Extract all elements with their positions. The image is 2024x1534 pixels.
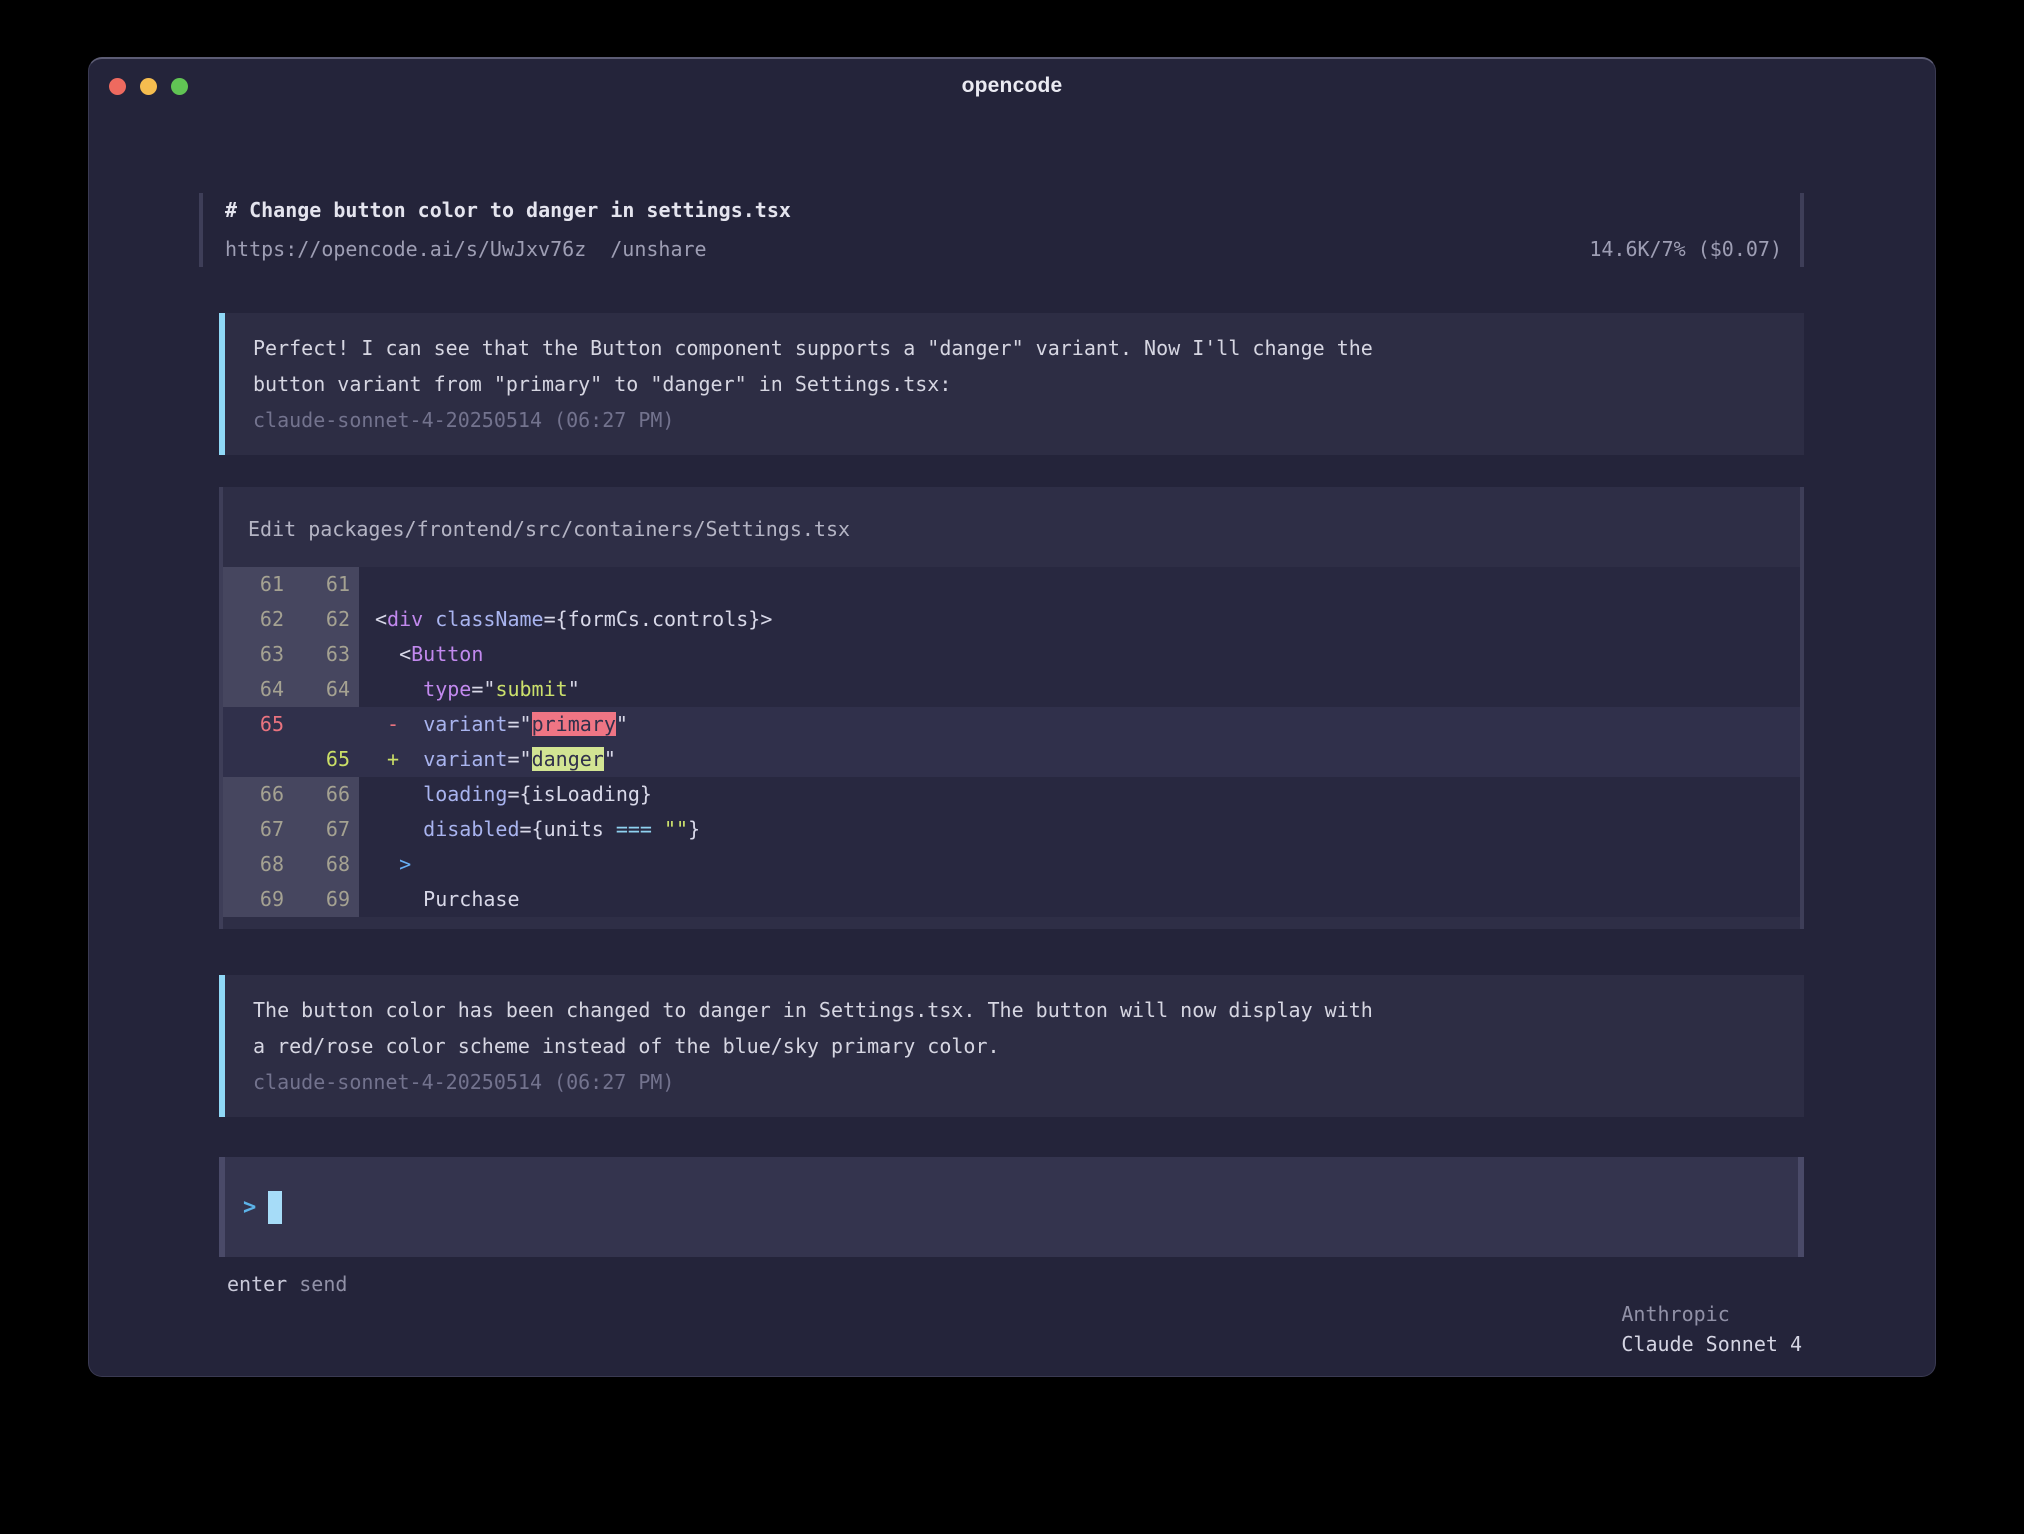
diff-code-line: > xyxy=(359,847,1800,882)
window-title: opencode xyxy=(89,74,1935,98)
share-url[interactable]: https://opencode.ai/s/UwJxv76z xyxy=(225,232,586,267)
session-subheader: https://opencode.ai/s/UwJxv76z /unshare … xyxy=(225,232,1782,267)
content: # Change button color to danger in setti… xyxy=(89,115,1935,1377)
session-header: # Change button color to danger in setti… xyxy=(199,193,1804,267)
diff-code-line: <div className={formCs.controls}> xyxy=(359,602,1800,637)
screen: opencode # Change button color to danger… xyxy=(0,0,2024,1534)
hint-row: enter send Anthropic Claude Sonnet 4 xyxy=(219,1269,1804,1377)
context-stats: 14.6K/7% ($0.07) xyxy=(1589,232,1782,267)
session-title: # Change button color to danger in setti… xyxy=(225,193,1782,228)
diff-code-line: disabled={units === ""} xyxy=(359,812,1800,847)
provider-label: Anthropic xyxy=(1621,1302,1741,1326)
message-text-line: a red/rose color scheme instead of the b… xyxy=(253,1028,1780,1064)
old-line-number: 65 xyxy=(223,707,293,742)
message-text-line: The button color has been changed to dan… xyxy=(253,992,1780,1028)
enter-key-hint: enter xyxy=(227,1269,287,1377)
diff-row: 6161 xyxy=(223,567,1800,602)
diff-row: 65 - variant="primary" xyxy=(223,707,1800,742)
old-line-number: 67 xyxy=(223,812,293,847)
old-line-number: 69 xyxy=(223,882,293,917)
diff-code-line: type="submit" xyxy=(359,672,1800,707)
diff-code-line: loading={isLoading} xyxy=(359,777,1800,812)
message-meta: claude-sonnet-4-20250514 (06:27 PM) xyxy=(253,402,1780,438)
diff-row: 6262<div className={formCs.controls}> xyxy=(223,602,1800,637)
new-line-number: 64 xyxy=(293,672,359,707)
message-lines: Perfect! I can see that the Button compo… xyxy=(253,330,1780,402)
old-line-number: 61 xyxy=(223,567,293,602)
diff-rows: 61616262<div className={formCs.controls}… xyxy=(223,567,1800,917)
old-line-number: 68 xyxy=(223,847,293,882)
diff-code-line: + variant="danger" xyxy=(359,742,1800,777)
new-line-number: 63 xyxy=(293,637,359,672)
text-cursor xyxy=(268,1191,282,1224)
opencode-window: opencode # Change button color to danger… xyxy=(88,57,1936,1377)
edit-tool-title: Edit packages/frontend/src/containers/Se… xyxy=(223,487,1800,567)
model-indicator: Anthropic Claude Sonnet 4 xyxy=(1501,1269,1802,1377)
model-label: Claude Sonnet 4 xyxy=(1621,1332,1802,1356)
diff-row: 6464 type="submit" xyxy=(223,672,1800,707)
old-line-number: 66 xyxy=(223,777,293,812)
prompt-input[interactable]: > xyxy=(219,1157,1804,1257)
diff-row: 6666 loading={isLoading} xyxy=(223,777,1800,812)
diff-row: 6363 <Button xyxy=(223,637,1800,672)
assistant-message: Perfect! I can see that the Button compo… xyxy=(219,313,1804,455)
diff-code-line: <Button xyxy=(359,637,1800,672)
diff-row: 6767 disabled={units === ""} xyxy=(223,812,1800,847)
message-text-line: button variant from "primary" to "danger… xyxy=(253,366,1780,402)
diff-code-line xyxy=(359,567,1800,602)
edit-tool-block: Edit packages/frontend/src/containers/Se… xyxy=(219,487,1804,929)
old-line-number: 64 xyxy=(223,672,293,707)
new-line-number: 61 xyxy=(293,567,359,602)
new-line-number: 66 xyxy=(293,777,359,812)
diff-code-line: Purchase xyxy=(359,882,1800,917)
message-text-line: Perfect! I can see that the Button compo… xyxy=(253,330,1780,366)
titlebar: opencode xyxy=(89,59,1935,115)
new-line-number: 67 xyxy=(293,812,359,847)
message-lines: The button color has been changed to dan… xyxy=(253,992,1780,1064)
diff-row: 6969 Purchase xyxy=(223,882,1800,917)
message-meta: claude-sonnet-4-20250514 (06:27 PM) xyxy=(253,1064,1780,1100)
assistant-message: The button color has been changed to dan… xyxy=(219,975,1804,1117)
send-action-hint: send xyxy=(287,1269,347,1377)
diff-code-line: - variant="primary" xyxy=(359,707,1800,742)
diff-row: 65 + variant="danger" xyxy=(223,742,1800,777)
unshare-command[interactable]: /unshare xyxy=(610,232,706,267)
new-line-number: 68 xyxy=(293,847,359,882)
new-line-number: 62 xyxy=(293,602,359,637)
diff-row: 6868 > xyxy=(223,847,1800,882)
new-line-number: 65 xyxy=(293,742,359,777)
new-line-number: 69 xyxy=(293,882,359,917)
prompt-symbol: > xyxy=(243,1195,256,1220)
new-line-number xyxy=(293,707,359,742)
old-line-number: 63 xyxy=(223,637,293,672)
old-line-number: 62 xyxy=(223,602,293,637)
old-line-number xyxy=(223,742,293,777)
